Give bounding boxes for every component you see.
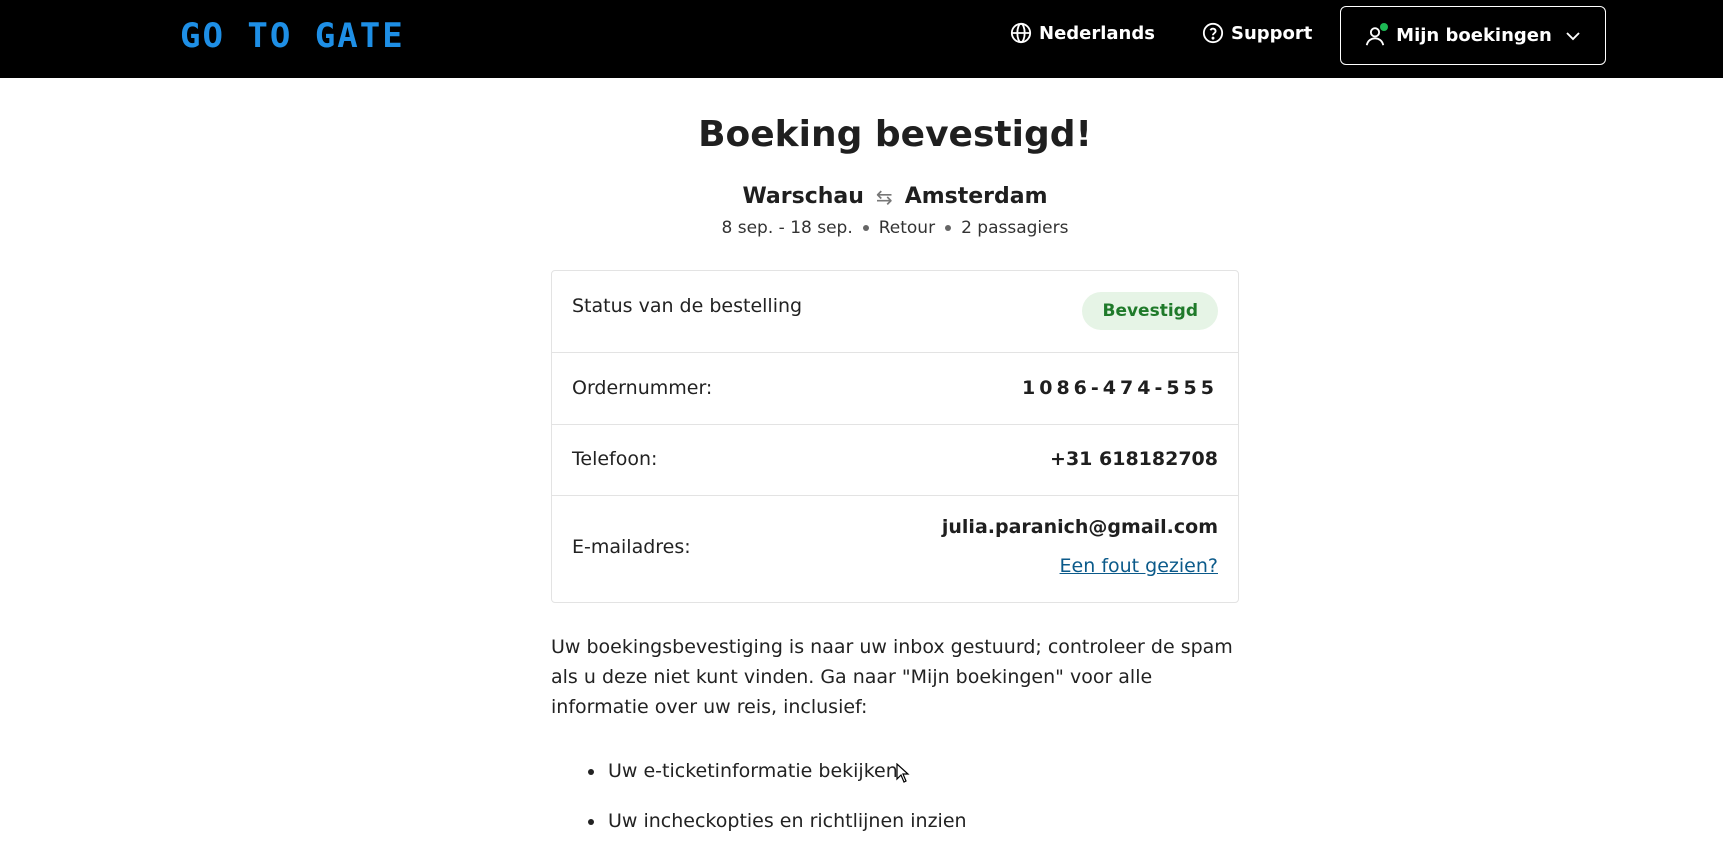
trip-type: Retour [878, 218, 936, 238]
passenger-count: 2 passagiers [961, 218, 1069, 238]
report-error-link[interactable]: Een fout gezien? [1060, 555, 1218, 577]
phone-label: Telefoon: [572, 448, 658, 470]
order-number-label: Ordernummer: [572, 377, 713, 399]
help-circle-icon [1202, 22, 1224, 44]
round-trip-icon: ⇆ [875, 184, 893, 209]
order-number-row: Ordernummer: 1086-474-555 [552, 353, 1238, 425]
notification-dot [1380, 22, 1389, 31]
language-label: Nederlands [1039, 22, 1155, 44]
order-status-row: Status van de bestelling Bevestigd [552, 271, 1238, 353]
globe-icon [1010, 22, 1032, 44]
separator-dot [945, 225, 952, 231]
email-row: E-mailadres: julia.paranich@gmail.com Ee… [552, 496, 1238, 603]
order-number-value: 1086-474-555 [1022, 377, 1218, 399]
top-header: GO TO GATE Nederlands Support Mijn boeki… [0, 0, 1723, 78]
booking-details-card: Status van de bestelling Bevestigd Order… [551, 270, 1239, 603]
language-selector[interactable]: Nederlands [1010, 22, 1155, 44]
trip-dates: 8 sep. - 18 sep. [721, 218, 853, 238]
order-status-label: Status van de bestelling [572, 295, 803, 317]
page-title: Boeking bevestigd! [698, 114, 1092, 155]
status-badge: Bevestigd [1082, 292, 1218, 330]
separator-dot [862, 225, 869, 231]
support-link[interactable]: Support [1202, 22, 1312, 44]
chevron-down-icon [1564, 27, 1582, 45]
mouse-cursor-icon [896, 763, 910, 783]
phone-value: +31 618182708 [1050, 448, 1218, 470]
email-value: julia.paranich@gmail.com [941, 516, 1218, 538]
email-label: E-mailadres: [572, 536, 691, 558]
confirmation-info-text: Uw boekingsbevestiging is naar uw inbox … [551, 636, 1233, 718]
feature-list: Uw e-ticketinformatie bekijken Uw inchec… [588, 756, 967, 856]
support-label: Support [1231, 22, 1313, 44]
list-item: Uw e-ticketinformatie bekijken [588, 756, 967, 786]
my-bookings-button[interactable]: Mijn boekingen [1340, 6, 1606, 65]
trip-meta: 8 sep. - 18 sep. Retour 2 passagiers [0, 218, 1723, 238]
phone-row: Telefoon: +31 618182708 [552, 425, 1238, 496]
destination-city: Amsterdam [904, 184, 1048, 209]
route-summary: Warschau ⇆ Amsterdam [0, 184, 1723, 209]
gotogate-logo[interactable]: GO TO GATE [180, 18, 405, 54]
user-icon-wrap [1364, 22, 1389, 47]
origin-city: Warschau [742, 184, 864, 209]
my-bookings-label: Mijn boekingen [1396, 25, 1552, 46]
